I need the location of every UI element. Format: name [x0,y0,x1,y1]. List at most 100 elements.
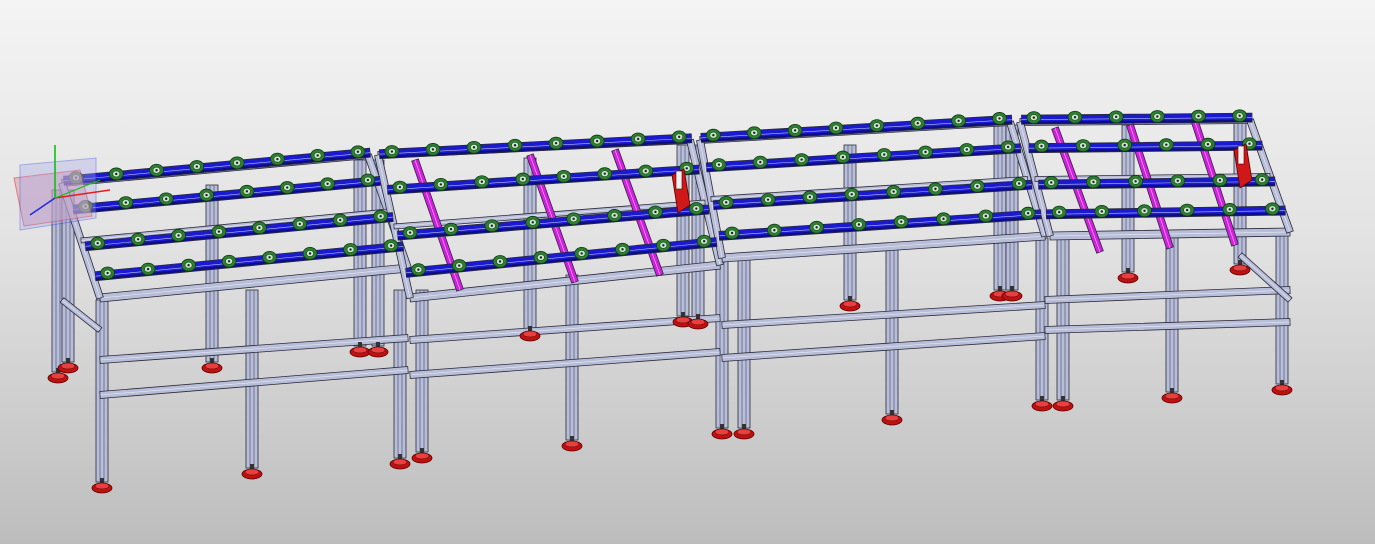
roller-axle [554,141,558,145]
roller-axle [603,172,606,175]
roller-axle [1143,209,1146,212]
leveling-foot-top [1120,272,1136,280]
roller-axle [1017,182,1021,185]
roller-axle [316,154,319,157]
roller-axle [472,146,476,149]
roller-axle [766,198,770,201]
leveling-foot-top [1232,264,1248,272]
roller-axle [408,231,412,234]
roller-axle [1081,144,1085,147]
roller-axle [1073,116,1077,119]
leveling-foot-top [352,346,368,354]
roller-axle [753,131,756,134]
frame-leg [737,257,751,429]
roller-axle [834,126,838,130]
roller-axle [146,267,150,271]
roller-axle [96,241,99,245]
roller-axle [644,169,647,173]
stopper-pin [675,170,683,190]
leveling-foot-top [1274,384,1290,392]
leveling-foot-top [714,428,730,436]
roller-axle [1238,114,1241,117]
roller-axle [1176,179,1179,182]
roller-axle [155,169,158,172]
roller-axle [1057,210,1061,214]
leveling-foot-top [1004,290,1020,298]
roller-axle [883,153,886,156]
roller-axle [1040,144,1043,148]
cad-graphics-viewport[interactable] [0,0,1375,544]
roller-axle [1156,115,1159,118]
roller-axle [1123,143,1126,147]
roller-axle [984,214,988,218]
leveling-foot-top [564,440,580,448]
roller-axle [513,144,517,147]
roller-axle [417,268,420,271]
roller-axle [124,201,128,204]
leveling-foot-top [842,300,858,308]
roller-axle [580,252,583,255]
roller-axle [916,122,919,125]
roller-axle [800,158,803,161]
roller-axle [390,150,394,153]
roller-axle [349,248,352,251]
conveyor-assembly-model[interactable] [0,0,1375,544]
frame-leg [205,184,219,363]
roller-axle [1185,208,1189,212]
roller-axle [1134,180,1137,183]
leveling-foot-top [370,346,386,354]
roller-axle [613,214,616,217]
roller-axle [276,157,279,161]
leveling-foot-top [736,428,752,436]
frame-leg [1275,231,1289,385]
roller-axle [458,264,461,267]
roller-axle [702,240,706,243]
roller-axle [195,165,199,168]
leveling-foot-top [675,316,691,324]
roller-axle [677,135,681,139]
roller-axle [857,223,861,226]
roller-axle [187,263,190,267]
roller-axle [900,220,903,223]
roller-axle [1026,211,1030,215]
leveling-foot-top [60,362,76,370]
roller-axle [662,244,665,247]
roller-axle [531,221,534,224]
roller-axle [621,248,624,251]
roller-axle [1228,208,1231,211]
roller-axle [724,201,728,204]
frame-leg [1035,237,1049,401]
roller-axle [934,187,937,191]
roller-axle [759,160,762,164]
roller-axle [245,190,249,193]
roller-axle [115,172,118,176]
roller-axle [356,150,360,153]
leveling-foot-top [414,452,430,460]
roller-axle [841,155,845,159]
roller-axle [490,224,494,227]
frame-leg [1165,233,1179,393]
coordinate-triad-icon[interactable] [13,145,111,231]
roller-axle [695,207,698,210]
roller-axle [965,148,969,151]
roller-axle [1260,178,1264,181]
roller-axle [1114,115,1118,119]
roller-axle [1032,116,1036,119]
roller-axle [1006,145,1010,149]
roller-axle [850,193,853,196]
frame-leg [885,245,899,415]
roller-axle [773,228,776,232]
roller-axle [298,222,302,226]
roller-axle [439,183,443,186]
roller-axle [685,167,688,170]
roller-axle [227,260,231,263]
roller-axle [1206,143,1210,146]
roller-axle [521,177,525,181]
roller-axle [793,129,797,132]
leveling-foot-top [244,468,260,476]
roller-axle [1092,180,1095,184]
roller-axle [1165,143,1168,146]
roller-axle [258,226,261,229]
leveling-foot-top [50,372,66,380]
leveling-foot-top [522,330,538,338]
